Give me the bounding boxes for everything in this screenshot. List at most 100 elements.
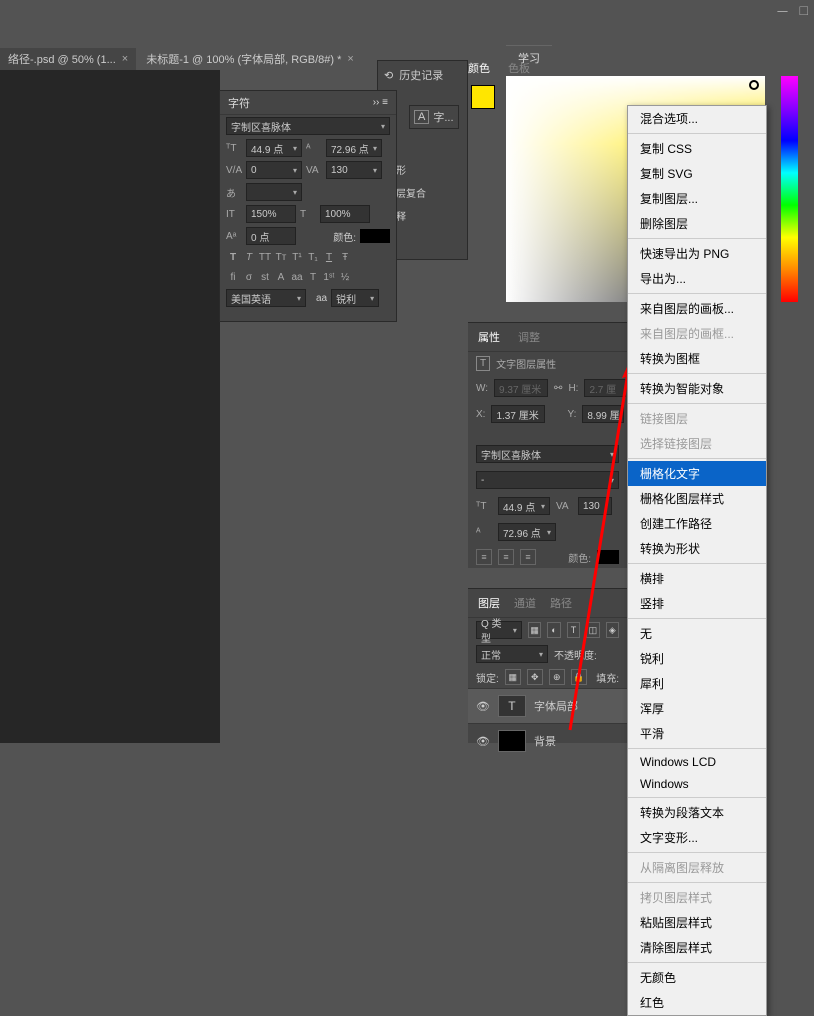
underline-icon[interactable]: T xyxy=(322,250,336,264)
smallcaps-icon[interactable]: Tᴛ xyxy=(274,250,288,264)
character-toggle[interactable]: A 字... xyxy=(409,105,459,129)
ligature-icon[interactable]: fi xyxy=(226,270,240,284)
language-dropdown[interactable]: 美国英语 xyxy=(226,289,306,307)
minimize-icon[interactable]: － xyxy=(776,2,790,22)
filter-shape-icon[interactable]: ◫ xyxy=(586,622,599,638)
layer-name[interactable]: 背景 xyxy=(534,733,556,749)
menu-windows[interactable]: Windows xyxy=(628,773,766,795)
panel-menu-icon[interactable]: ›› ≡ xyxy=(373,97,388,108)
layer-item-bg[interactable]: 👁 背景 xyxy=(468,723,627,758)
props-color-swatch[interactable] xyxy=(597,550,619,564)
width-field[interactable] xyxy=(494,379,548,397)
stylistic-icon[interactable]: 1ˢᵗ xyxy=(322,270,336,284)
ordinal-icon[interactable]: A xyxy=(274,270,288,284)
menu-aa-none[interactable]: 无 xyxy=(628,621,766,646)
visibility-icon[interactable]: 👁 xyxy=(476,735,490,748)
lock-artboard-icon[interactable]: ⊕ xyxy=(549,669,565,685)
align-center-icon[interactable]: ≡ xyxy=(498,549,514,565)
discretionary-icon[interactable]: aa xyxy=(290,270,304,284)
menu-rasterize-style[interactable]: 栅格化图层样式 xyxy=(628,486,766,511)
lock-position-icon[interactable]: ✥ xyxy=(527,669,543,685)
menu-no-color[interactable]: 无颜色 xyxy=(628,965,766,990)
contextual-icon[interactable]: σ xyxy=(242,270,256,284)
menu-copy-svg[interactable]: 复制 SVG xyxy=(628,161,766,186)
font-family-dropdown[interactable]: 字制区喜脉体 xyxy=(226,117,390,135)
superscript-icon[interactable]: T¹ xyxy=(290,250,304,264)
text-color-swatch[interactable] xyxy=(360,229,390,243)
layer-kind-dropdown[interactable]: Q 类型 xyxy=(476,621,522,639)
close-icon[interactable]: × xyxy=(347,53,353,65)
menu-warp-text[interactable]: 文字变形... xyxy=(628,825,766,850)
menu-vertical[interactable]: 竖排 xyxy=(628,591,766,616)
properties-tab[interactable]: 属性 xyxy=(478,329,500,345)
menu-copy-css[interactable]: 复制 CSS xyxy=(628,136,766,161)
blend-mode-dropdown[interactable]: 正常 xyxy=(476,645,548,663)
menu-duplicate-layer[interactable]: 复制图层... xyxy=(628,186,766,211)
kerning-field[interactable]: 0 xyxy=(246,161,302,179)
menu-rasterize-type[interactable]: 栅格化文字 xyxy=(628,461,766,486)
y-field[interactable] xyxy=(582,405,624,423)
menu-aa-strong[interactable]: 浑厚 xyxy=(628,696,766,721)
paths-tab[interactable]: 路径 xyxy=(550,595,572,611)
lock-pixel-icon[interactable]: ▦ xyxy=(505,669,521,685)
menu-aa-sharp[interactable]: 锐利 xyxy=(628,646,766,671)
swatches-tab[interactable]: 色板 xyxy=(508,60,530,76)
props-weight-dropdown[interactable]: - xyxy=(476,471,619,489)
tracking-field[interactable]: 130 xyxy=(326,161,382,179)
menu-red[interactable]: 红色 xyxy=(628,990,766,1015)
filter-smart-icon[interactable]: ◈ xyxy=(606,622,619,638)
lock-all-icon[interactable]: 🔒 xyxy=(571,669,587,685)
x-field[interactable] xyxy=(491,405,545,423)
filter-pixel-icon[interactable]: ▦ xyxy=(528,622,541,638)
baseline-field[interactable] xyxy=(246,227,296,245)
filter-adjust-icon[interactable]: ◐ xyxy=(547,622,560,638)
menu-convert-to-frame[interactable]: 转换为图框 xyxy=(628,346,766,371)
props-tracking-field[interactable] xyxy=(578,497,612,515)
menu-create-work-path[interactable]: 创建工作路径 xyxy=(628,511,766,536)
menu-to-paragraph[interactable]: 转换为段落文本 xyxy=(628,800,766,825)
bold-icon[interactable]: T xyxy=(226,250,240,264)
doc-tab-1[interactable]: 络径-.psd @ 50% (1... × xyxy=(0,48,136,70)
layer-name[interactable]: 字体局部 xyxy=(534,698,578,714)
hue-slider[interactable] xyxy=(781,76,798,302)
close-icon[interactable]: × xyxy=(122,53,128,65)
menu-horizontal[interactable]: 横排 xyxy=(628,566,766,591)
filter-type-icon[interactable]: T xyxy=(567,622,580,638)
allcaps-icon[interactable]: TT xyxy=(258,250,272,264)
props-leading-field[interactable]: 72.96 点 xyxy=(498,523,556,541)
leading-field[interactable]: 72.96 点 xyxy=(326,139,382,157)
height-field[interactable] xyxy=(584,379,626,397)
layer-item-text[interactable]: 👁 T 字体局部 xyxy=(468,688,627,723)
menu-aa-crisp[interactable]: 犀利 xyxy=(628,671,766,696)
antialiasing-dropdown[interactable]: 锐利 xyxy=(331,289,379,307)
tsume-field[interactable] xyxy=(246,183,302,201)
align-right-icon[interactable]: ≡ xyxy=(520,549,536,565)
menu-export-as[interactable]: 导出为... xyxy=(628,266,766,291)
channels-tab[interactable]: 通道 xyxy=(514,595,536,611)
vert-scale-field[interactable] xyxy=(246,205,296,223)
color-tab[interactable]: 颜色 xyxy=(468,60,490,76)
props-size-field[interactable]: 44.9 点 xyxy=(498,497,550,515)
visibility-icon[interactable]: 👁 xyxy=(476,700,490,713)
menu-convert-smart-object[interactable]: 转换为智能对象 xyxy=(628,376,766,401)
menu-paste-layer-style[interactable]: 粘贴图层样式 xyxy=(628,910,766,935)
subscript-icon[interactable]: T₁ xyxy=(306,250,320,264)
menu-blend-options[interactable]: 混合选项... xyxy=(628,106,766,131)
foreground-color-swatch[interactable] xyxy=(471,85,495,109)
menu-clear-layer-style[interactable]: 清除图层样式 xyxy=(628,935,766,960)
props-font-dropdown[interactable]: 字制区喜脉体 xyxy=(476,445,619,463)
maximize-icon[interactable]: □ xyxy=(800,2,808,22)
align-left-icon[interactable]: ≡ xyxy=(476,549,492,565)
menu-delete-layer[interactable]: 删除图层 xyxy=(628,211,766,236)
menu-aa-smooth[interactable]: 平滑 xyxy=(628,721,766,746)
adjustments-tab[interactable]: 调整 xyxy=(518,329,540,345)
menu-artboard-from-layer[interactable]: 来自图层的画板... xyxy=(628,296,766,321)
menu-convert-to-shape[interactable]: 转换为形状 xyxy=(628,536,766,561)
doc-tab-2[interactable]: 未标题-1 @ 100% (字体局部, RGB/8#) * × xyxy=(138,48,362,70)
horiz-scale-field[interactable] xyxy=(320,205,370,223)
layers-tab[interactable]: 图层 xyxy=(478,595,500,611)
swash-icon[interactable]: st xyxy=(258,270,272,284)
font-size-field[interactable]: 44.9 点 xyxy=(246,139,302,157)
canvas[interactable] xyxy=(0,70,220,743)
italic-icon[interactable]: T xyxy=(242,250,256,264)
